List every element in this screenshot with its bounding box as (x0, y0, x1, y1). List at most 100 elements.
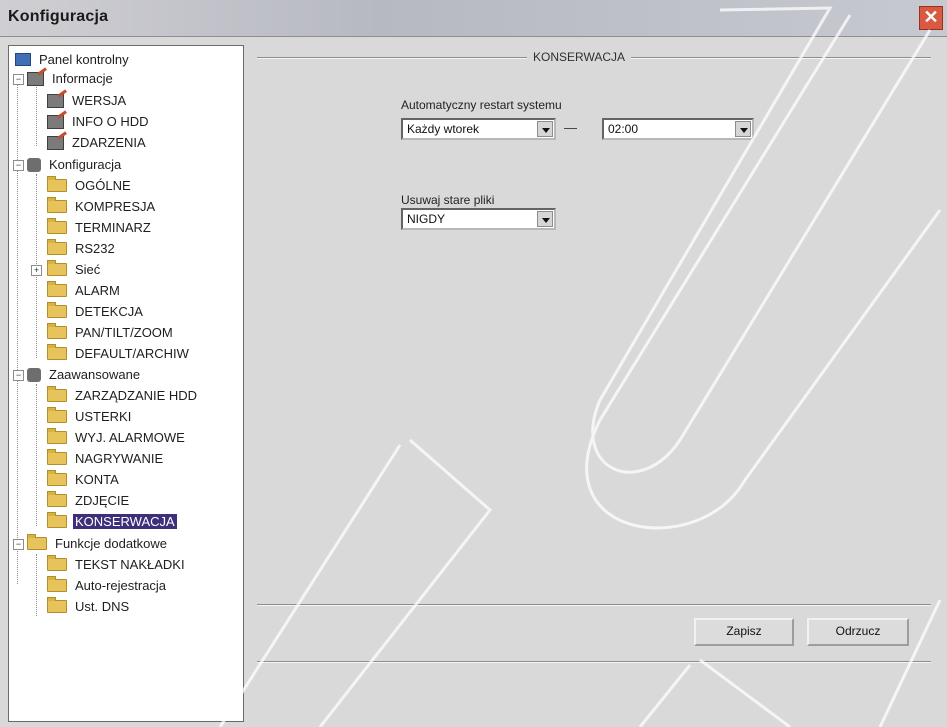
tree-group-funkcje[interactable]: Funkcje dodatkowe (27, 534, 169, 554)
collapse-toggle-icon[interactable]: − (13, 539, 24, 550)
tree-item-label: OGÓLNE (75, 178, 131, 193)
tree-group-informacje[interactable]: Informacje (27, 69, 115, 89)
tree-item-konserwacja[interactable]: KONSERWACJA (47, 512, 177, 532)
folder-icon (47, 470, 67, 487)
save-button[interactable]: Zapisz (694, 618, 794, 646)
tree-item-label: PAN/TILT/ZOOM (75, 325, 173, 340)
folder-icon (47, 239, 67, 256)
tree-item-wyj-alarmowe[interactable]: WYJ. ALARMOWE (47, 428, 187, 448)
tree-item-tekst-nakladki[interactable]: TEKST NAKŁADKI (47, 555, 187, 575)
tree-item-label: NAGRYWANIE (75, 451, 164, 466)
folder-icon (47, 449, 67, 466)
tree-item-label: KONSERWACJA (73, 514, 177, 529)
folder-icon (47, 407, 67, 424)
expand-toggle-icon[interactable]: + (31, 265, 42, 276)
folder-icon (47, 197, 67, 214)
tree-item-alarm[interactable]: ALARM (47, 281, 122, 301)
tree-item-label: Ust. DNS (75, 599, 130, 614)
folder-icon (47, 428, 67, 445)
tree-item-label: Zaawansowane (49, 367, 141, 382)
tree-item-label: Funkcje dodatkowe (55, 536, 168, 551)
folder-icon (47, 176, 67, 193)
collapse-toggle-icon[interactable]: − (13, 370, 24, 381)
cancel-button[interactable]: Odrzucz (807, 618, 909, 646)
tree-item-usterki[interactable]: USTERKI (47, 407, 133, 427)
tree-item-konta[interactable]: KONTA (47, 470, 121, 490)
tree-item-zarzadzanie-hdd[interactable]: ZARZĄDZANIE HDD (47, 386, 199, 406)
tree-item-zdarzenia[interactable]: ZDARZENIA (47, 133, 148, 153)
tree-item-label: USTERKI (75, 409, 132, 424)
tree-item-label: Auto-rejestracja (75, 578, 167, 593)
tree-item-label: DETEKCJA (75, 304, 143, 319)
tree-connector (36, 554, 37, 616)
settings-icon (27, 157, 41, 172)
tree-item-label: ALARM (75, 283, 120, 298)
tree-item-default-archiw[interactable]: DEFAULT/ARCHIW (47, 344, 191, 364)
folder-icon (47, 555, 67, 572)
folder-icon (47, 597, 67, 614)
tree-item-label: TERMINARZ (75, 220, 151, 235)
delete-files-label: Usuwaj stare pliki (401, 193, 495, 207)
tree-item-kompresja[interactable]: KOMPRESJA (47, 197, 157, 217)
tree-item-label: WERSJA (72, 93, 127, 108)
tree-item-label: Panel kontrolny (39, 52, 129, 67)
settings-panel: KONSERWACJA Automatyczny restart systemu… (247, 40, 941, 722)
advanced-settings-icon (27, 367, 41, 382)
tree-item-label: KONTA (75, 472, 119, 487)
tree-item-label: Konfiguracja (49, 157, 122, 172)
delete-files-select[interactable]: NIGDY (401, 208, 556, 230)
navigation-tree: Panel kontrolny − Informacje WERSJA INFO… (8, 45, 244, 722)
tree-item-label: TEKST NAKŁADKI (75, 557, 185, 572)
tree-item-label: ZARZĄDZANIE HDD (75, 388, 198, 403)
tree-item-nagrywanie[interactable]: NAGRYWANIE (47, 449, 165, 469)
document-icon (47, 135, 64, 150)
chevron-down-icon[interactable] (735, 121, 751, 137)
tree-group-konfiguracja[interactable]: Konfiguracja (27, 155, 123, 175)
tree-item-label: KOMPRESJA (75, 199, 156, 214)
config-window: Konfiguracja ✕ Panel kontrolny − Informa… (0, 0, 947, 727)
tree-item-terminarz[interactable]: TERMINARZ (47, 218, 153, 238)
folder-icon (47, 512, 67, 529)
document-icon (47, 93, 64, 108)
folder-icon (47, 218, 67, 235)
restart-time-select[interactable]: 02:00 (602, 118, 754, 140)
tree-item-auto-rejestracja[interactable]: Auto-rejestracja (47, 576, 168, 596)
tree-item-label: INFO O HDD (72, 114, 149, 129)
tree-item-zdjecie[interactable]: ZDJĘCIE (47, 491, 131, 511)
restart-day-select[interactable]: Każdy wtorek (401, 118, 556, 140)
folder-icon (47, 323, 67, 340)
tree-item-panel[interactable]: Panel kontrolny (15, 50, 131, 70)
tree-item-ogolne[interactable]: OGÓLNE (47, 176, 133, 196)
tree-item-ust-dns[interactable]: Ust. DNS (47, 597, 131, 617)
restart-label: Automatyczny restart systemu (401, 98, 562, 112)
chevron-down-icon[interactable] (537, 211, 553, 227)
folder-icon (47, 281, 67, 298)
folder-icon (47, 386, 67, 403)
tree-connector (36, 84, 37, 146)
close-icon[interactable]: ✕ (919, 6, 943, 30)
restart-day-value: Każdy wtorek (407, 122, 480, 136)
tree-item-info-hdd[interactable]: INFO O HDD (47, 112, 151, 132)
tree-connector (36, 384, 37, 526)
tree-item-pan-tilt-zoom[interactable]: PAN/TILT/ZOOM (47, 323, 175, 343)
tree-item-label: WYJ. ALARMOWE (75, 430, 185, 445)
tree-item-rs232[interactable]: RS232 (47, 239, 117, 259)
folder-icon (47, 260, 67, 277)
collapse-toggle-icon[interactable]: − (13, 160, 24, 171)
tree-item-wersja[interactable]: WERSJA (47, 91, 128, 111)
tree-item-label: ZDJĘCIE (75, 493, 130, 508)
tree-item-label: ZDARZENIA (72, 135, 146, 150)
tree-item-siec[interactable]: Sieć (47, 260, 102, 280)
tree-item-label: Informacje (52, 71, 113, 86)
tree-item-detekcja[interactable]: DETEKCJA (47, 302, 145, 322)
window-title: Konfiguracja (8, 8, 109, 25)
folder-icon (47, 491, 67, 508)
footer-divider-top (257, 604, 931, 606)
document-icon (27, 71, 44, 86)
delete-files-value: NIGDY (407, 212, 446, 226)
collapse-toggle-icon[interactable]: − (13, 74, 24, 85)
monitor-icon (15, 53, 31, 67)
chevron-down-icon[interactable] (537, 121, 553, 137)
folder-icon (27, 534, 47, 551)
tree-group-zaawansowane[interactable]: Zaawansowane (27, 365, 142, 385)
